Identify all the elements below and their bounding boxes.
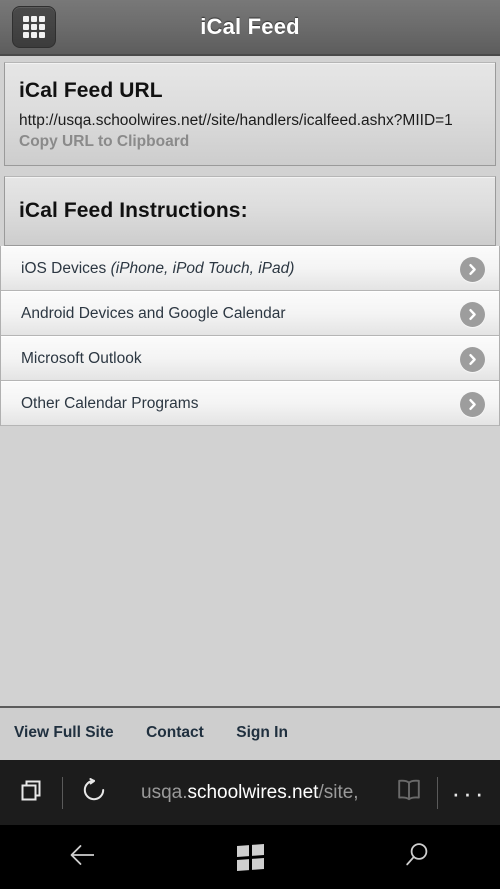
url-host: schoolwires.net — [187, 782, 319, 803]
ical-feed-url-value: http://usqa.schoolwires.net//site/handle… — [19, 112, 453, 129]
footer-link-sign-in[interactable]: Sign In — [236, 708, 288, 758]
browser-page-viewport: iCal Feed iCal Feed URL http://usqa.scho… — [0, 0, 500, 760]
list-item-label: iOS Devices (iPhone, iPod Touch, iPad) — [21, 260, 295, 277]
nav-home-button[interactable] — [167, 825, 334, 889]
app-header: iCal Feed — [0, 0, 500, 56]
reload-icon — [80, 776, 108, 809]
list-item[interactable]: Microsoft Outlook — [1, 336, 499, 381]
ical-feed-instructions-heading: iCal Feed Instructions: — [19, 199, 248, 222]
chevron-right-icon — [460, 256, 485, 282]
list-item[interactable]: iOS Devices (iPhone, iPod Touch, iPad) — [1, 246, 499, 291]
url-prefix: usqa. — [141, 782, 188, 803]
reload-button[interactable] — [63, 760, 125, 825]
list-item-label: Other Calendar Programs — [21, 395, 199, 412]
ical-feed-url-panel: iCal Feed URL http://usqa.schoolwires.ne… — [4, 62, 496, 166]
copy-url-to-clipboard-button[interactable]: Copy URL to Clipboard — [19, 133, 189, 151]
back-arrow-icon — [67, 840, 99, 875]
page-title: iCal Feed — [200, 14, 300, 39]
nav-back-button[interactable] — [0, 825, 167, 889]
book-icon — [395, 777, 423, 808]
footer-link-contact[interactable]: Contact — [146, 708, 204, 758]
list-item[interactable]: Android Devices and Google Calendar — [1, 291, 499, 336]
url-path: /site, — [318, 782, 359, 803]
search-icon — [402, 840, 432, 875]
browser-chrome-bar: usqa.schoolwires.net/site, ··· — [0, 760, 500, 825]
chevron-right-icon — [460, 301, 485, 327]
site-footer: View Full Site Contact Sign In — [0, 706, 500, 760]
footer-link-view-full-site[interactable]: View Full Site — [14, 708, 114, 758]
chevron-right-icon — [460, 391, 485, 417]
list-item-label: Android Devices and Google Calendar — [21, 305, 286, 322]
ical-feed-url-heading: iCal Feed URL — [19, 79, 163, 102]
url-bar[interactable]: usqa.schoolwires.net/site, — [125, 760, 381, 825]
tabs-icon — [18, 777, 44, 808]
nav-search-button[interactable] — [333, 825, 500, 889]
more-options-button[interactable]: ··· — [438, 760, 500, 825]
chevron-right-icon — [460, 346, 485, 372]
system-nav-bar — [0, 825, 500, 889]
more-ellipsis-icon: ··· — [451, 777, 487, 808]
reading-view-button[interactable] — [381, 760, 437, 825]
ical-feed-instructions-panel: iCal Feed Instructions: — [4, 176, 496, 246]
list-item[interactable]: Other Calendar Programs — [1, 381, 499, 426]
tabs-button[interactable] — [0, 760, 62, 825]
instructions-list: iOS Devices (iPhone, iPod Touch, iPad) A… — [0, 246, 500, 426]
list-item-label: Microsoft Outlook — [21, 350, 142, 367]
windows-logo-icon — [236, 843, 264, 871]
